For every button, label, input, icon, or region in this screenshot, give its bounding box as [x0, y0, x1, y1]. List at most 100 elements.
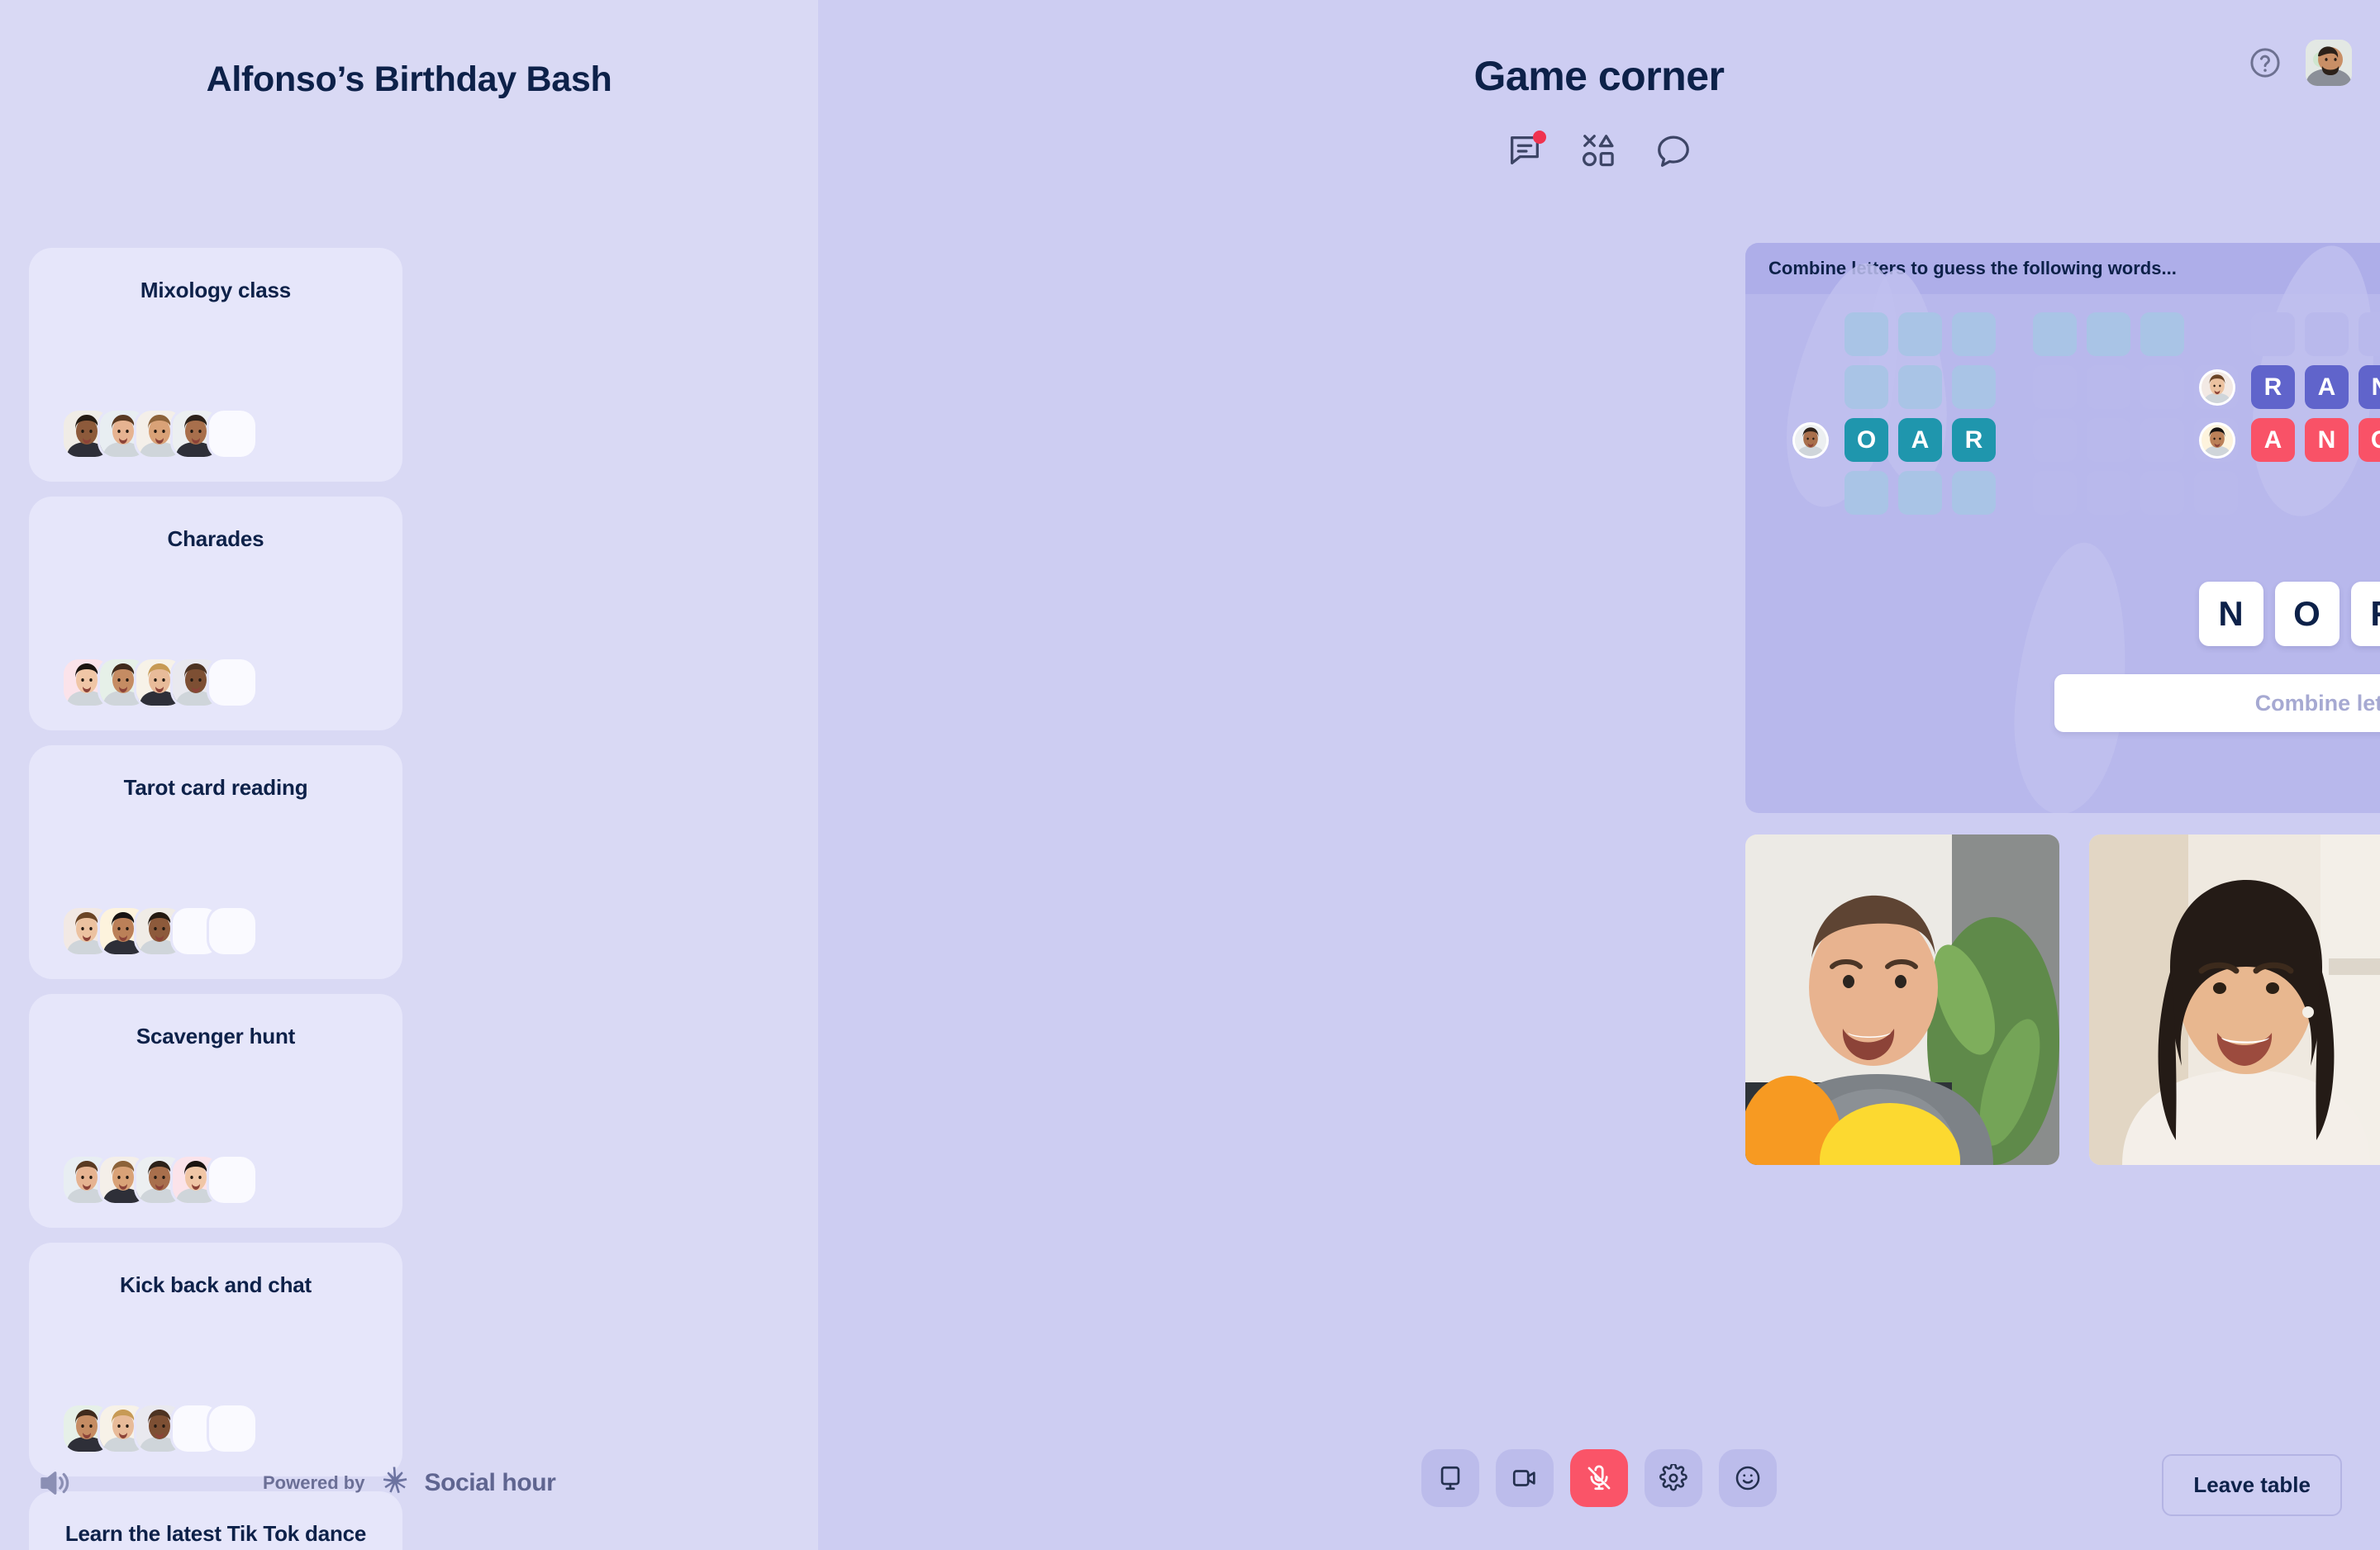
activity-avatar-row — [29, 1405, 402, 1452]
page-title: Alfonso’s Birthday Bash — [206, 59, 612, 99]
activity-card-title: Tarot card reading — [123, 775, 308, 800]
letter-tile[interactable]: R — [2350, 582, 2380, 646]
word-input[interactable] — [2054, 674, 2380, 732]
participant-video-tile[interactable] — [1745, 834, 2059, 1165]
activity-card[interactable]: Scavenger hunt — [29, 994, 402, 1228]
avatar[interactable] — [2306, 40, 2352, 86]
word-group — [1983, 312, 2238, 524]
leave-table-button[interactable]: Leave table — [2162, 1454, 2342, 1516]
empty-cell — [1844, 312, 1888, 356]
game-corner-title: Game corner — [1473, 53, 1725, 99]
emoji-smiley-icon[interactable] — [1719, 1449, 1777, 1507]
activity-avatar-row — [29, 1157, 402, 1203]
word-row — [1983, 365, 2238, 409]
empty-cell — [1898, 365, 1942, 409]
empty-cell — [1898, 312, 1942, 356]
word-row: ANGORA — [2202, 418, 2380, 462]
empty-cell — [2140, 471, 2184, 515]
word-group: RANG ANGORA — [2202, 312, 2380, 471]
activity-avatar-row — [29, 411, 402, 457]
camera-icon[interactable] — [1496, 1449, 1554, 1507]
activity-card[interactable]: Mixology class — [29, 248, 402, 482]
activity-card[interactable]: Tarot card reading — [29, 745, 402, 979]
speaker-icon[interactable] — [35, 1464, 73, 1502]
games-icon[interactable] — [1580, 131, 1618, 169]
asterisk-sparkle-icon — [378, 1465, 411, 1502]
letter-cell: A — [2251, 418, 2295, 462]
game-corner-panel: Game corner Combine letters to guess the… — [818, 0, 2380, 1550]
empty-cell — [2033, 471, 2077, 515]
word-row — [1983, 471, 2238, 515]
word-row — [1983, 312, 2238, 356]
empty-cell — [2033, 418, 2077, 462]
call-control-bar: Leave table — [818, 1426, 2380, 1550]
participant-video-strip — [1745, 834, 2380, 1165]
empty-cell — [1898, 471, 1942, 515]
empty-seat — [209, 1157, 255, 1203]
activity-card-title: Kick back and chat — [120, 1272, 312, 1297]
letter-cell: O — [1844, 418, 1888, 462]
empty-cell — [2251, 312, 2295, 356]
empty-seat — [209, 659, 255, 706]
modal-instruction-text: Combine letters to guess the following w… — [1768, 258, 2177, 278]
empty-cell — [2087, 365, 2130, 409]
event-sidebar: Alfonso’s Birthday Bash Mixology class Ch… — [0, 0, 818, 1550]
word-row — [1795, 471, 1996, 515]
empty-cell — [2140, 365, 2184, 409]
sidebar-footer: Powered by Social hour — [0, 1464, 818, 1502]
letter-tray: NORAAG — [1745, 582, 2380, 646]
row-player-avatar — [2202, 424, 2233, 456]
gear-icon[interactable] — [1645, 1449, 1702, 1507]
activity-card[interactable]: Charades — [29, 497, 402, 730]
word-row — [1795, 312, 1996, 356]
activity-avatar-row — [29, 659, 402, 706]
top-right-controls — [2248, 40, 2352, 86]
letter-tile[interactable]: O — [2274, 582, 2340, 646]
game-tool-row — [818, 131, 2380, 169]
activity-card[interactable]: Kick back and chat — [29, 1243, 402, 1476]
activity-card-title: Learn the latest Tik Tok dance — [64, 1521, 367, 1546]
row-player-avatar — [1795, 424, 1826, 456]
empty-cell — [2359, 312, 2380, 356]
word-row: RANG — [2202, 365, 2380, 409]
letter-cell: R — [2251, 365, 2295, 409]
empty-cell — [2305, 312, 2349, 356]
row-player-avatar — [2202, 371, 2233, 403]
chat-bubble-icon[interactable] — [1654, 131, 1692, 169]
powered-by-brand: Powered by Social hour — [263, 1465, 556, 1502]
empty-seat — [209, 1405, 255, 1452]
letter-tile[interactable]: N — [2198, 582, 2263, 646]
empty-cell — [2140, 312, 2184, 356]
call-controls — [1421, 1449, 1777, 1507]
empty-seat — [209, 411, 255, 457]
word-row — [2202, 312, 2380, 356]
activity-avatar-row — [29, 908, 402, 954]
participant-video-tile[interactable] — [2089, 834, 2380, 1165]
empty-cell — [2087, 418, 2130, 462]
messages-icon[interactable] — [1506, 131, 1546, 169]
word-game-modal: Combine letters to guess the following w… — [1745, 243, 2380, 813]
word-group: OAR — [1795, 312, 1996, 524]
word-board: OARRANGANGORA — [1745, 294, 2380, 567]
empty-cell — [2033, 312, 2077, 356]
activity-card-grid: Mixology class Charades Tarot card reading… — [29, 248, 797, 1550]
empty-cell — [2033, 365, 2077, 409]
activity-card-title: Scavenger hunt — [136, 1024, 296, 1048]
microphone-muted-icon[interactable] — [1570, 1449, 1628, 1507]
question-circle-icon[interactable] — [2248, 45, 2282, 80]
activity-card-title: Charades — [167, 526, 264, 551]
modal-body: OARRANGANGORA NORAAG — [1745, 243, 2380, 813]
letter-cell: N — [2305, 418, 2349, 462]
word-row: OAR — [1795, 418, 1996, 462]
word-row — [1983, 418, 2238, 462]
notification-badge — [1533, 131, 1546, 144]
empty-cell — [1844, 365, 1888, 409]
brand-name: Social hour — [424, 1469, 556, 1496]
powered-by-label: Powered by — [263, 1472, 365, 1493]
screen-share-icon[interactable] — [1421, 1449, 1479, 1507]
empty-cell — [2087, 471, 2130, 515]
letter-cell: A — [1898, 418, 1942, 462]
empty-cell — [2140, 418, 2184, 462]
empty-cell — [2087, 312, 2130, 356]
letter-cell: N — [2359, 365, 2380, 409]
